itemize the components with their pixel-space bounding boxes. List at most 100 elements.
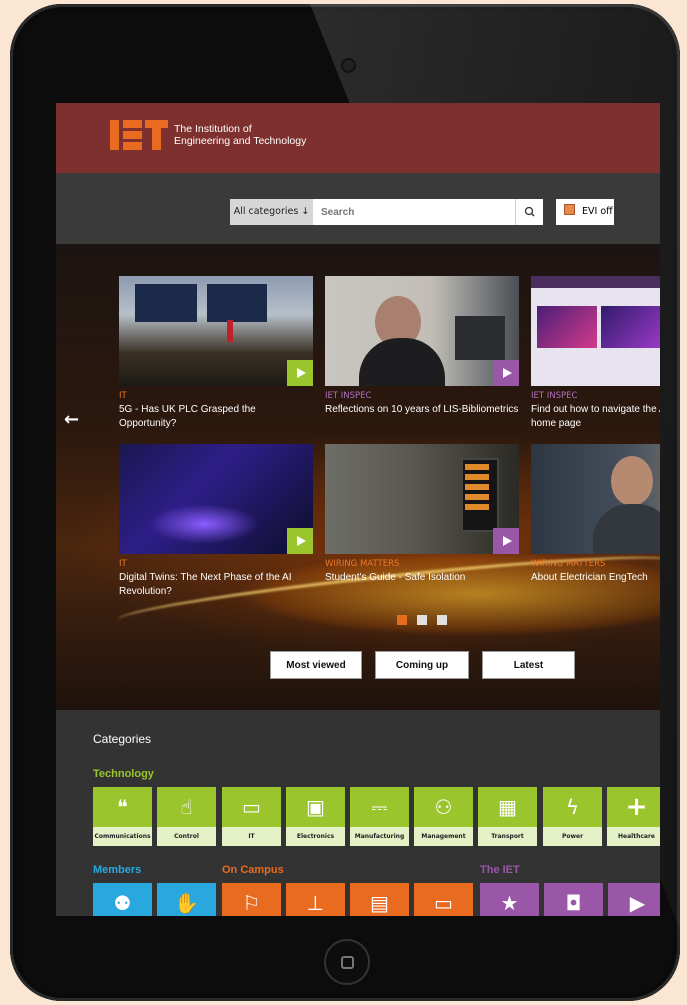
brand-line-2: Engineering and Technology — [174, 135, 307, 147]
video-category: WIRING MATTERS — [531, 559, 606, 569]
category-select-label: All categories — [233, 206, 299, 217]
category-tile-label: Management — [414, 827, 473, 846]
category-tile-label: Transport — [478, 827, 537, 846]
tab-most-viewed[interactable]: Most viewed — [270, 651, 362, 679]
meeting-icon: ⚇ — [434, 795, 453, 819]
category-tile-manufacturing[interactable]: ⎓ Manufacturing — [350, 787, 409, 846]
people-icon: ⚉ — [113, 891, 132, 915]
search-bar: All categories ↓ EVI off — [56, 173, 660, 244]
carousel-page-dot[interactable] — [417, 615, 427, 625]
video-title[interactable]: Find out how to navigate the Analytics h… — [531, 403, 660, 431]
categories-section: Categories Technology ❝ Communications ☝… — [56, 710, 660, 916]
category-tile-label: Power — [543, 827, 602, 846]
video-category: IET INSPEC — [325, 391, 372, 401]
category-select[interactable]: All categories ↓ — [230, 199, 313, 225]
category-tile-iet-video[interactable]: ◘ — [544, 883, 603, 916]
category-tile-healthcare[interactable]: + Healthcare — [607, 787, 660, 846]
video-card[interactable]: IT Digital Twins: The Next Phase of the … — [119, 444, 313, 599]
video-card[interactable]: IET INSPEC Reflections on 10 years of LI… — [325, 276, 519, 417]
chevron-down-icon: ↓ — [301, 206, 310, 217]
search-icon — [524, 206, 535, 217]
lightning-icon: ϟ — [565, 795, 580, 819]
video-title[interactable]: About Electrician EngTech — [531, 571, 660, 585]
technology-heading: Technology — [93, 768, 154, 780]
category-tile-control[interactable]: ☝ Control — [157, 787, 216, 846]
video-title[interactable]: Digital Twins: The Next Phase of the AI … — [119, 571, 313, 599]
video-title[interactable]: 5G - Has UK PLC Grasped the Opportunity? — [119, 403, 313, 431]
speech-bubbles-icon: ❝ — [117, 795, 128, 819]
category-tile-management[interactable]: ⚇ Management — [414, 787, 473, 846]
category-tile-campus-lectern[interactable]: ⊥ — [286, 883, 345, 916]
play-icon — [493, 528, 519, 554]
category-tile-label: Healthcare — [607, 827, 660, 846]
search-button[interactable] — [515, 199, 543, 225]
carousel-page-dot[interactable] — [397, 615, 407, 625]
category-tile-campus-notebook[interactable]: ▤ — [350, 883, 409, 916]
category-tile-campus-presenter[interactable]: ⚐ — [222, 883, 281, 916]
tablet-frame: The Institution of Engineering and Techn… — [10, 4, 680, 1001]
video-title[interactable]: Student's Guide - Safe Isolation — [325, 571, 519, 585]
video-card[interactable]: IET INSPEC Find out how to navigate the … — [531, 276, 660, 431]
search-input[interactable] — [313, 199, 515, 225]
video-category: IET INSPEC — [531, 391, 578, 401]
video-card[interactable]: IT 5G - Has UK PLC Grasped the Opportuni… — [119, 276, 313, 431]
carousel-prev-button[interactable]: ← — [64, 409, 79, 430]
briefcase-icon: ▭ — [434, 891, 453, 915]
category-tile-it[interactable]: ▭ IT — [222, 787, 281, 846]
hand-pointer-icon: ☝ — [180, 795, 193, 819]
play-icon — [493, 360, 519, 386]
train-icon: ▦ — [498, 795, 517, 819]
video-thumbnail[interactable] — [531, 276, 660, 386]
iet-logo[interactable]: The Institution of Engineering and Techn… — [110, 120, 306, 150]
raised-hand-icon: ✋ — [174, 891, 199, 915]
video-thumbnail[interactable] — [325, 276, 519, 386]
category-tile-label: Manufacturing — [350, 827, 409, 846]
award-icon: ★ — [500, 891, 519, 915]
evi-toggle[interactable]: EVI off — [556, 199, 614, 225]
category-tile-transport[interactable]: ▦ Transport — [478, 787, 537, 846]
play-icon — [287, 528, 313, 554]
cross-icon: + — [625, 792, 648, 822]
category-tile-members-volunteer[interactable]: ✋ — [157, 883, 216, 916]
plug-icon: ⎓ — [371, 795, 388, 819]
video-card[interactable]: WIRING MATTERS Student's Guide - Safe Is… — [325, 444, 519, 585]
camera — [343, 60, 354, 71]
video-thumbnail[interactable] — [119, 444, 313, 554]
iet-logo-mark — [110, 120, 168, 150]
evi-label: EVI off — [582, 206, 613, 217]
video-category: IT — [119, 559, 127, 569]
category-tile-label: Control — [157, 827, 216, 846]
video-category: WIRING MATTERS — [325, 559, 400, 569]
category-tile-label: IT — [222, 827, 281, 846]
video-thumbnail[interactable] — [531, 444, 660, 554]
lectern-icon: ⊥ — [306, 891, 325, 915]
category-tile-power[interactable]: ϟ Power — [543, 787, 602, 846]
home-button[interactable] — [324, 939, 370, 985]
category-tile-campus-briefcase[interactable]: ▭ — [414, 883, 473, 916]
home-square-icon — [341, 956, 354, 969]
carousel-page-dot[interactable] — [437, 615, 447, 625]
video-card[interactable]: WIRING MATTERS About Electrician EngTech — [531, 444, 660, 585]
video-carousel: ← IT 5G - Has UK PLC Grasped the Opportu… — [56, 244, 660, 710]
video-thumbnail[interactable] — [325, 444, 519, 554]
notebook-icon: ▤ — [370, 891, 389, 915]
the-iet-heading: The IET — [480, 864, 520, 876]
tab-latest[interactable]: Latest — [482, 651, 575, 679]
category-tile-label: Electronics — [286, 827, 345, 846]
category-tile-iet-award[interactable]: ★ — [480, 883, 539, 916]
screen: The Institution of Engineering and Techn… — [56, 103, 660, 916]
members-heading: Members — [93, 864, 142, 876]
category-tile-iet-youtube[interactable]: ▶ — [608, 883, 660, 916]
presenter-icon: ⚐ — [242, 891, 261, 915]
chip-icon: ▣ — [306, 795, 325, 819]
tab-coming-up[interactable]: Coming up — [375, 651, 469, 679]
category-tile-communications[interactable]: ❝ Communications — [93, 787, 152, 846]
video-title[interactable]: Reflections on 10 years of LIS-Bibliomet… — [325, 403, 519, 417]
video-thumbnail[interactable] — [119, 276, 313, 386]
site-header: The Institution of Engineering and Techn… — [56, 103, 660, 173]
video-category: IT — [119, 391, 127, 401]
play-icon — [287, 360, 313, 386]
category-tile-electronics[interactable]: ▣ Electronics — [286, 787, 345, 846]
categories-heading: Categories — [93, 732, 152, 746]
category-tile-members-people[interactable]: ⚉ — [93, 883, 152, 916]
